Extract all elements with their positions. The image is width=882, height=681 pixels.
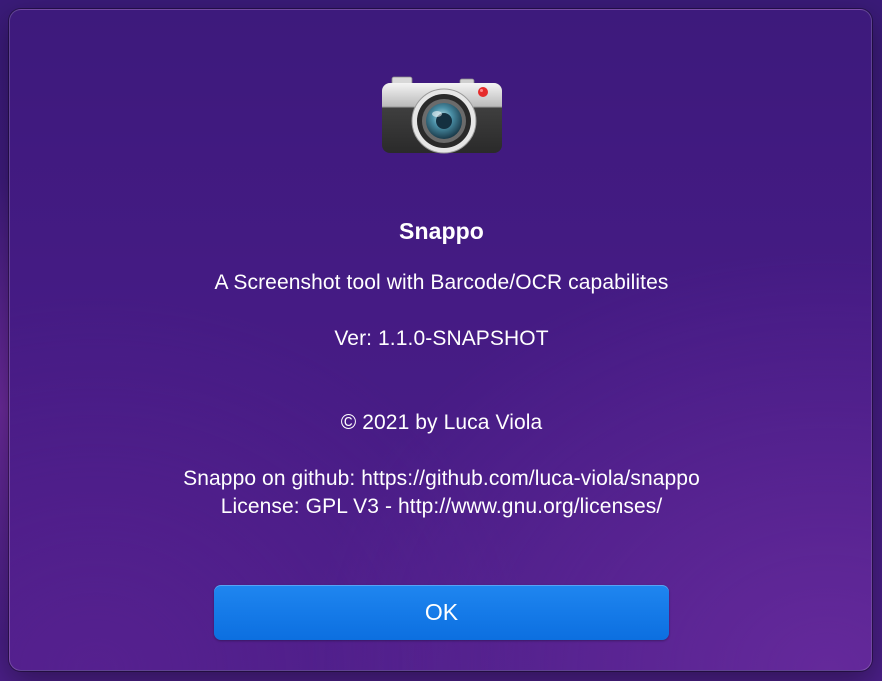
ok-button[interactable]: OK [214,585,669,640]
about-dialog: Snappo A Screenshot tool with Barcode/OC… [9,9,872,671]
version-label: Ver: 1.1.0-SNAPSHOT [334,327,549,350]
license-text: License: GPL V3 - http://www.gnu.org/lic… [220,495,663,518]
copyright-text: © 2021 by Luca Viola [340,411,543,434]
app-tagline: A Screenshot tool with Barcode/OCR capab… [214,271,669,294]
github-link-text: Snappo on github: https://github.com/luc… [183,467,700,490]
camera-icon [382,76,502,154]
app-name: Snappo [399,218,484,244]
